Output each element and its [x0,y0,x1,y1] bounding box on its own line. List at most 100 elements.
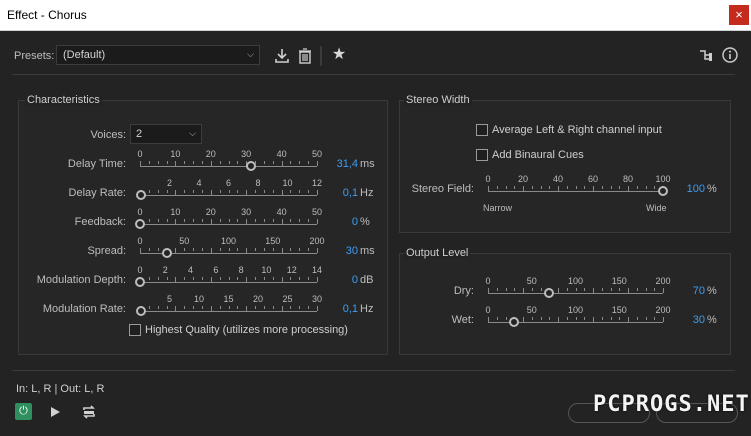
close-icon[interactable]: × [729,5,749,25]
dry-minor-tick [610,288,612,291]
feedback-tick-label: 30 [241,207,252,217]
spread-unit: ms [360,245,375,257]
modulation-rate-minor-tick [175,306,177,311]
modulation-depth-minor-tick [272,277,274,280]
wet-slider[interactable]: 0 50 100 150 200 [485,305,671,339]
delay-rate-label: Delay Rate: [68,187,126,199]
delay-rate-value[interactable]: 0,1 [318,187,358,199]
feedback-value[interactable]: 0 [318,216,358,228]
delay-time-minor-tick [140,161,141,166]
modulation-rate-label: Modulation Rate: [42,303,126,315]
favorite-star-icon[interactable]: ★ [330,46,348,64]
feedback-minor-tick [175,219,177,224]
watermark-text: PCPROGS.NET [593,392,750,417]
stereo-field-minor-tick [505,186,507,189]
dry-minor-tick [523,288,524,293]
stereo-field-value[interactable]: 100 [665,183,705,195]
dry-minor-tick [575,288,577,291]
stereo-field-minor-tick [488,186,489,191]
wet-minor-tick [593,317,594,322]
modulation-depth-minor-tick [148,277,150,280]
feedback-thumb[interactable] [135,219,145,229]
feedback-minor-tick [263,219,265,222]
average-lr-checkbox[interactable] [476,124,488,136]
dry-value[interactable]: 70 [665,285,705,297]
delay-time-value[interactable]: 31,4 [318,158,358,170]
stereo-field-minor-tick [549,186,551,189]
modulation-rate-slider[interactable]: 5 10 15 20 25 30 [135,294,322,328]
voices-dropdown[interactable]: 2 ⌵ [130,124,202,144]
spread-minor-tick [281,248,283,253]
stereo-field-tick-label: 60 [587,174,599,184]
delay-time-minor-tick [237,161,239,164]
feedback-tick-label: 0 [137,207,143,217]
delete-preset-icon[interactable] [297,47,313,65]
delay-rate-minor-tick [201,190,203,193]
modulation-rate-minor-tick [281,306,283,311]
dry-thumb[interactable] [544,288,555,298]
modulation-depth-tick-label: 8 [238,265,244,275]
delay-rate-minor-tick [246,190,248,195]
stereo-field-slider[interactable]: 0 20 40 60 80 100 [485,174,671,208]
delay-time-minor-tick [308,161,310,164]
delay-rate-minor-tick [193,190,195,193]
modulation-depth-minor-tick [201,277,203,280]
wet-thumb[interactable] [509,317,520,327]
chevron-down-icon: ⌵ [189,128,196,138]
stereo-field-label: Stereo Field: [411,183,474,195]
delay-time-thumb[interactable] [246,161,257,171]
power-icon[interactable]: ⏻ [15,403,32,420]
stereo-field-minor-tick [523,186,524,191]
modulation-depth-minor-tick [228,277,230,280]
modulation-depth-tick-label: 0 [137,265,143,275]
modulation-rate-unit: Hz [360,303,374,315]
feedback-minor-tick [290,219,292,222]
delay-time-minor-tick [184,161,186,164]
spread-thumb[interactable] [161,248,172,258]
delay-rate-thumb[interactable] [136,190,147,200]
modulation-rate-tick-label: 20 [252,294,264,304]
stereo-field-tick-label: 20 [517,174,529,184]
delay-rate-minor-tick [210,190,212,195]
feedback-unit: % [360,216,370,228]
spread-tick-label: 150 [265,236,281,246]
dry-minor-tick [584,288,586,291]
delay-rate-minor-tick [255,190,257,193]
wet-minor-tick [488,317,489,322]
save-preset-icon[interactable] [273,47,291,65]
feedback-tick-label: 20 [205,207,216,217]
dry-minor-tick [619,288,621,291]
dry-minor-tick [540,288,542,291]
modulation-depth-minor-tick [281,277,283,282]
loop-icon[interactable] [81,404,97,420]
spread-value[interactable]: 30 [318,245,358,257]
delay-time-tick-label: 40 [276,149,287,159]
binaural-checkbox[interactable] [476,149,488,161]
presets-dropdown[interactable]: (Default) ⌵ [56,45,260,65]
feedback-minor-tick [246,219,248,224]
modulation-depth-minor-tick [210,277,212,282]
delay-time-minor-tick [210,161,212,166]
modulation-depth-tick-label: 2 [162,265,168,275]
stereo-field-tick-label: 40 [552,174,564,184]
wet-tick-label: 0 [485,305,491,315]
title-bar: Effect - Chorus × [0,0,751,31]
modulation-rate-minor-tick [219,306,221,309]
modulation-rate-value[interactable]: 0,1 [318,303,358,315]
dry-ticks [488,288,664,294]
info-icon[interactable] [722,47,738,63]
wet-value[interactable]: 30 [665,314,705,326]
spread-minor-tick [219,248,221,251]
delay-rate-minor-tick [148,190,150,193]
delay-time-tick-label: 30 [241,149,252,159]
delay-rate-minor-tick [184,190,186,193]
feedback-tick-label: 10 [170,207,181,217]
modulation-depth-thumb[interactable] [135,277,145,287]
stereo-field-minor-tick [601,186,603,189]
delay-rate-tick-label: 6 [225,178,232,188]
routing-icon[interactable] [698,47,714,63]
dry-tick-label: 50 [526,276,537,286]
modulation-rate-thumb[interactable] [135,306,146,316]
play-icon[interactable] [48,405,62,419]
modulation-depth-value[interactable]: 0 [318,274,358,286]
